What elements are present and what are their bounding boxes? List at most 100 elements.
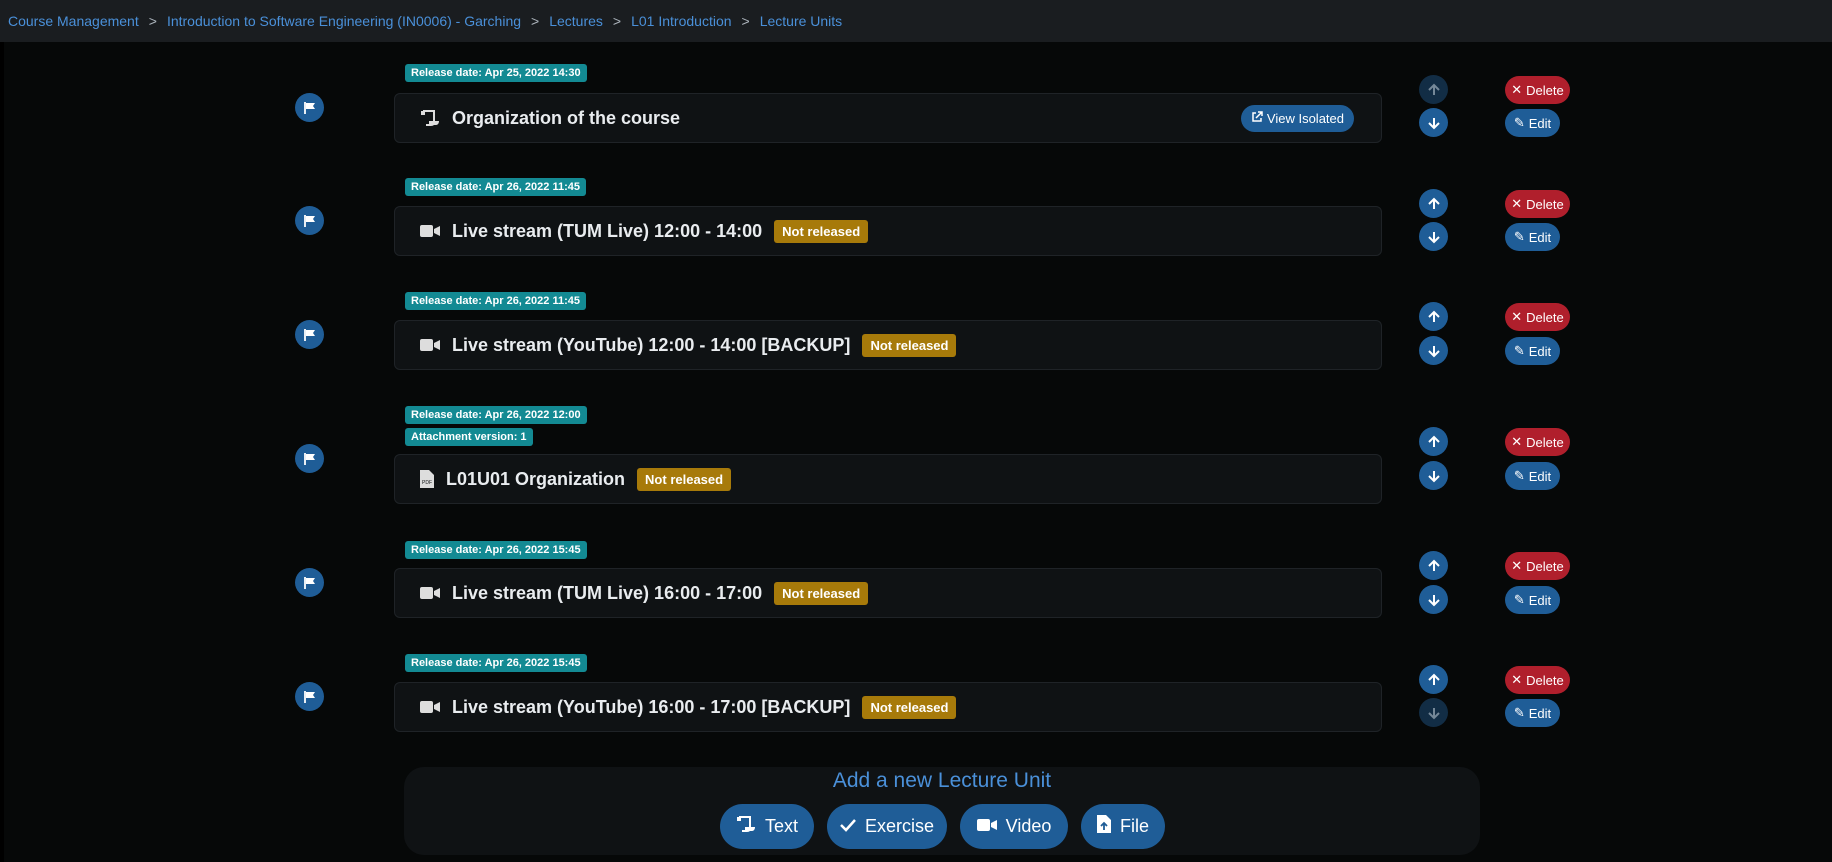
- flag-icon[interactable]: [295, 206, 324, 235]
- flag-icon[interactable]: [295, 682, 324, 711]
- breadcrumb: Course Management > Introduction to Soft…: [0, 0, 1832, 42]
- add-lecture-unit-title: Add a new Lecture Unit: [832, 769, 1052, 792]
- pencil-icon: ✎: [1513, 592, 1525, 607]
- move-down-button[interactable]: [1419, 222, 1448, 251]
- video-camera-icon: [420, 224, 440, 238]
- scroll-icon: [420, 109, 440, 127]
- add-exercise-label: Exercise: [864, 816, 935, 836]
- breadcrumb-lecture[interactable]: L01 Introduction: [631, 13, 731, 29]
- move-up-button[interactable]: [1419, 302, 1448, 331]
- video-camera-icon: [420, 338, 440, 352]
- delete-button[interactable]: ✕ Delete: [1505, 190, 1570, 218]
- delete-button[interactable]: ✕ Delete: [1505, 552, 1570, 580]
- add-file-label: File: [1119, 816, 1149, 836]
- lecture-unit-title: Live stream (YouTube) 16:00 - 17:00 [BAC…: [452, 696, 851, 717]
- lecture-unit-title: Live stream (YouTube) 12:00 - 14:00 [BAC…: [452, 334, 851, 355]
- lecture-unit-card[interactable]: Live stream (YouTube) 12:00 - 14:00 [BAC…: [394, 320, 1382, 370]
- release-date-badge: Release date: Apr 26, 2022 12:00: [405, 406, 587, 424]
- release-date-badge: Release date: Apr 26, 2022 11:45: [405, 178, 586, 196]
- lecture-unit-card[interactable]: PDF L01U01 Organization Not released: [394, 454, 1382, 504]
- video-camera-icon: [976, 816, 997, 837]
- not-released-badge: Not released: [774, 219, 869, 243]
- view-isolated-label: View Isolated: [1266, 111, 1344, 126]
- edit-button[interactable]: ✎ Edit: [1505, 223, 1560, 251]
- move-down-button[interactable]: [1419, 698, 1448, 727]
- not-released-badge: Not released: [637, 467, 732, 491]
- delete-label: Delete: [1526, 558, 1564, 574]
- pencil-icon: ✎: [1513, 115, 1525, 130]
- move-down-button[interactable]: [1419, 585, 1448, 614]
- pdf-file-icon: PDF: [420, 470, 434, 488]
- edit-button[interactable]: ✎ Edit: [1505, 109, 1560, 137]
- move-up-button[interactable]: [1419, 75, 1448, 104]
- flag-icon[interactable]: [295, 93, 324, 122]
- edit-label: Edit: [1528, 115, 1552, 131]
- delete-label: Delete: [1526, 434, 1564, 450]
- pencil-icon: ✎: [1513, 705, 1525, 720]
- lecture-unit-title: L01U01 Organization: [446, 468, 626, 489]
- add-text-unit-button[interactable]: Text: [720, 804, 814, 849]
- scroll-icon: [736, 815, 756, 838]
- breadcrumb-lectures[interactable]: Lectures: [549, 13, 603, 29]
- delete-label: Delete: [1526, 196, 1564, 212]
- edit-label: Edit: [1528, 468, 1552, 484]
- edit-label: Edit: [1528, 705, 1552, 721]
- edit-button[interactable]: ✎ Edit: [1505, 699, 1560, 727]
- delete-label: Delete: [1526, 309, 1564, 325]
- lecture-unit-card[interactable]: Live stream (TUM Live) 16:00 - 17:00 Not…: [394, 568, 1382, 618]
- close-icon: ✕: [1511, 196, 1523, 211]
- flag-icon[interactable]: [295, 320, 324, 349]
- not-released-badge: Not released: [774, 581, 869, 605]
- breadcrumb-course-management[interactable]: Course Management: [8, 13, 139, 29]
- close-icon: ✕: [1511, 434, 1523, 449]
- add-exercise-unit-button[interactable]: Exercise: [827, 804, 947, 849]
- video-camera-icon: [420, 700, 440, 714]
- delete-button[interactable]: ✕ Delete: [1505, 666, 1570, 694]
- lecture-unit-card[interactable]: Live stream (YouTube) 16:00 - 17:00 [BAC…: [394, 682, 1382, 732]
- edit-label: Edit: [1528, 592, 1552, 608]
- lecture-unit-card[interactable]: Live stream (TUM Live) 12:00 - 14:00 Not…: [394, 206, 1382, 256]
- file-upload-icon: [1096, 815, 1111, 838]
- lecture-unit-title: Organization of the course: [452, 107, 681, 128]
- svg-text:PDF: PDF: [422, 480, 432, 486]
- move-up-button[interactable]: [1419, 427, 1448, 456]
- external-link-icon: [1251, 111, 1263, 126]
- move-up-button[interactable]: [1419, 189, 1448, 218]
- edit-button[interactable]: ✎ Edit: [1505, 337, 1560, 365]
- view-isolated-button[interactable]: View Isolated: [1240, 105, 1354, 132]
- add-text-label: Text: [764, 816, 798, 836]
- delete-button[interactable]: ✕ Delete: [1505, 76, 1570, 104]
- close-icon: ✕: [1511, 82, 1523, 97]
- edit-button[interactable]: ✎ Edit: [1505, 462, 1560, 490]
- pencil-icon: ✎: [1513, 468, 1525, 483]
- edit-label: Edit: [1528, 229, 1552, 245]
- breadcrumb-course[interactable]: Introduction to Software Engineering (IN…: [167, 13, 521, 29]
- breadcrumb-separator: >: [531, 13, 540, 29]
- check-icon: [840, 816, 856, 837]
- delete-label: Delete: [1526, 672, 1564, 688]
- add-video-unit-button[interactable]: Video: [960, 804, 1068, 849]
- attachment-version-badge: Attachment version: 1: [405, 428, 533, 446]
- flag-icon[interactable]: [295, 568, 324, 597]
- move-up-button[interactable]: [1419, 551, 1448, 580]
- lecture-unit-card[interactable]: Organization of the course View Isolated: [394, 93, 1382, 143]
- add-file-unit-button[interactable]: File: [1081, 804, 1165, 849]
- move-down-button[interactable]: [1419, 108, 1448, 137]
- flag-icon[interactable]: [295, 444, 324, 473]
- edit-button[interactable]: ✎ Edit: [1505, 586, 1560, 614]
- move-up-button[interactable]: [1419, 665, 1448, 694]
- lecture-unit-title: Live stream (TUM Live) 16:00 - 17:00: [452, 582, 763, 603]
- breadcrumb-separator: >: [612, 13, 622, 29]
- move-down-button[interactable]: [1419, 336, 1448, 365]
- release-date-badge: Release date: Apr 26, 2022 15:45: [405, 541, 587, 559]
- delete-label: Delete: [1526, 82, 1564, 98]
- delete-button[interactable]: ✕ Delete: [1505, 428, 1570, 456]
- add-video-label: Video: [1005, 816, 1052, 836]
- breadcrumb-separator: >: [148, 13, 157, 29]
- breadcrumb-lecture-units[interactable]: Lecture Units: [760, 13, 842, 29]
- lecture-unit-title: Live stream (TUM Live) 12:00 - 14:00: [452, 220, 763, 241]
- move-down-button[interactable]: [1419, 461, 1448, 490]
- close-icon: ✕: [1511, 309, 1523, 324]
- close-icon: ✕: [1511, 672, 1523, 687]
- delete-button[interactable]: ✕ Delete: [1505, 303, 1570, 331]
